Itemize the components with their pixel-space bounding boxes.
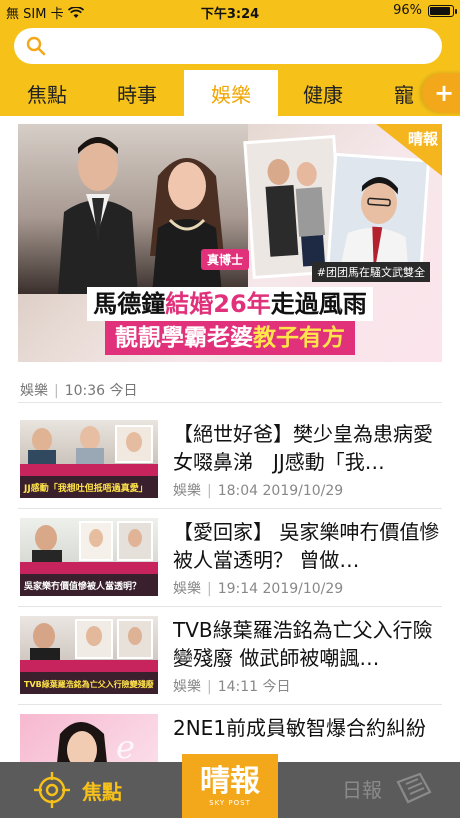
hero-headline-box: 馬德鐘結婚26年走過風雨 [87, 287, 373, 321]
hero-headline: 馬德鐘結婚26年走過風雨 [18, 287, 442, 321]
battery-fill [430, 6, 451, 15]
divider [18, 606, 442, 607]
nav-focus-label: 焦點 [82, 779, 122, 804]
article-category: 娛樂 [173, 679, 201, 695]
article-title: 2NE1前成員敏智爆合約糾紛 [173, 716, 427, 740]
battery-icon [428, 4, 457, 17]
article-meta: 娛樂 | 18:04 2019/10/29 [173, 480, 343, 500]
search-icon [26, 36, 46, 56]
inset-son-figure [339, 177, 409, 278]
hero-subline-box: 靚靚學霸老婆教子有方 [105, 321, 355, 355]
article-thumbnail: JJ感動「我想吐但抵唔過真愛」 [20, 420, 158, 498]
search-input[interactable] [54, 38, 442, 54]
crosshair-icon [34, 772, 70, 808]
thumbnail-band [20, 660, 158, 672]
article-title: 【愛回家】 吳家樂呻冇價值慘被人當透明？ 曾做… [173, 520, 440, 572]
hero-headline-part2: 走過風雨 [270, 290, 367, 318]
meta-separator: | [207, 581, 212, 597]
article-time: 19:14 2019/10/29 [217, 581, 344, 597]
battery-percent: 96% [393, 3, 422, 18]
thumbnail-caption-band: TVB綠葉羅浩銘為亡父入行險變殘廢 [20, 672, 158, 694]
tab-entertainment[interactable]: 娛樂 [184, 70, 278, 116]
skypost-badge-text: 晴報 [407, 130, 438, 148]
meta-separator: | [207, 679, 212, 695]
person-man-figure [58, 137, 138, 294]
article-meta: 娛樂 | 14:11 今日 [173, 676, 291, 696]
article-category: 娛樂 [173, 581, 201, 597]
article-time: 18:04 2019/10/29 [217, 483, 344, 499]
meta-separator: | [207, 483, 212, 499]
thumbnail-band [20, 464, 158, 476]
article-thumbnail: 吳家樂冇價值慘被人當透明？ [20, 518, 158, 596]
meta-separator: | [54, 383, 59, 399]
hero-article-image[interactable]: 真博士 #团团馬在騷文武雙全 晴報 馬德鐘結婚26年走過風雨 靚靚學霸老婆教子有… [18, 124, 442, 362]
article-title: TVB綠葉羅浩銘為亡父入行險變殘廢 做武師被嘲諷… [173, 618, 433, 670]
nav-skypost-button[interactable]: 晴報 SKY POST [182, 754, 278, 818]
svg-text:e: e [116, 728, 135, 766]
tab-focus[interactable]: 焦點 [0, 70, 94, 116]
nav-daily-label: 日報 [342, 777, 382, 802]
article-category: 娛樂 [173, 483, 201, 499]
add-tab-button[interactable]: + [422, 73, 460, 113]
nav-focus-button[interactable]: 焦點 [34, 772, 122, 808]
divider [18, 704, 442, 705]
hero-time: 10:36 今日 [64, 383, 138, 399]
article-thumbnail: TVB綠葉羅浩銘為亡父入行險變殘廢 [20, 616, 158, 694]
thumbnail-caption: 吳家樂冇價值慘被人當透明？ [24, 582, 142, 592]
search-bar[interactable] [14, 28, 442, 64]
divider [18, 508, 442, 509]
thumbnail-figures [28, 425, 153, 466]
category-tabs: 焦點 時事 娛樂 健康 寵 + [0, 70, 460, 116]
hero-meta: 娛樂 | 10:36 今日 [20, 380, 138, 400]
nav-skypost-label: 晴報 [200, 764, 260, 799]
thumbnail-caption-band: JJ感動「我想吐但抵唔過真愛」 [20, 476, 158, 498]
bottom-nav: 焦點 晴報 SKY POST 日報 [0, 754, 460, 818]
status-time: 下午3:24 [200, 7, 260, 22]
thumbnail-caption: TVB綠葉羅浩銘為亡父入行險變殘廢 [24, 680, 154, 689]
newspaper-icon [396, 772, 432, 804]
header [0, 24, 460, 70]
tab-current-affairs[interactable]: 時事 [90, 70, 184, 116]
divider [18, 402, 442, 403]
article-time: 14:11 今日 [217, 679, 291, 695]
thumbnail-caption: JJ感動「我想吐但抵唔過真愛」 [24, 484, 148, 494]
hero-headline-highlight: 結婚26年 [165, 290, 271, 318]
list-item[interactable]: 吳家樂冇價值慘被人當透明？ 【愛回家】 吳家樂呻冇價值慘被人當透明？ 曾做… 娛… [20, 518, 444, 600]
list-item[interactable]: TVB綠葉羅浩銘為亡父入行險變殘廢 TVB綠葉羅浩銘為亡父入行險變殘廢 做武師被… [20, 616, 444, 698]
person-woman-figure [150, 158, 224, 294]
status-bar: 無 SIM 卡 下午3:24 96% [0, 0, 460, 24]
hero-subline: 靚靚學霸老婆教子有方 [18, 321, 442, 355]
thumbnail-figures [32, 521, 153, 564]
tab-health[interactable]: 健康 [276, 70, 370, 116]
article-title: 【絕世好爸】樊少皇為患病愛女啜鼻涕 JJ感動「我… [173, 422, 433, 474]
nav-daily-button[interactable]: 日報 [342, 772, 434, 804]
hero-subline-part1: 靚靚學霸老婆 [115, 325, 253, 351]
list-item[interactable]: JJ感動「我想吐但抵唔過真愛」 【絕世好爸】樊少皇為患病愛女啜鼻涕 JJ感動「我… [20, 420, 444, 502]
hero-tag-title: 真博士 [201, 249, 250, 270]
thumbnail-caption-band: 吳家樂冇價值慘被人當透明？ [20, 574, 158, 596]
nav-skypost-sub: SKY POST [209, 799, 251, 807]
thumbnail-figures [30, 619, 153, 662]
hero-tag-caption: #团团馬在騷文武雙全 [311, 262, 430, 282]
status-right: 96% [393, 3, 457, 18]
hero-subline-highlight: 教子有方 [253, 325, 345, 351]
article-meta: 娛樂 | 19:14 2019/10/29 [173, 578, 343, 598]
hero-category: 娛樂 [20, 383, 48, 399]
thumbnail-band [20, 562, 158, 574]
hero-headline-part1: 馬德鐘 [93, 290, 166, 318]
